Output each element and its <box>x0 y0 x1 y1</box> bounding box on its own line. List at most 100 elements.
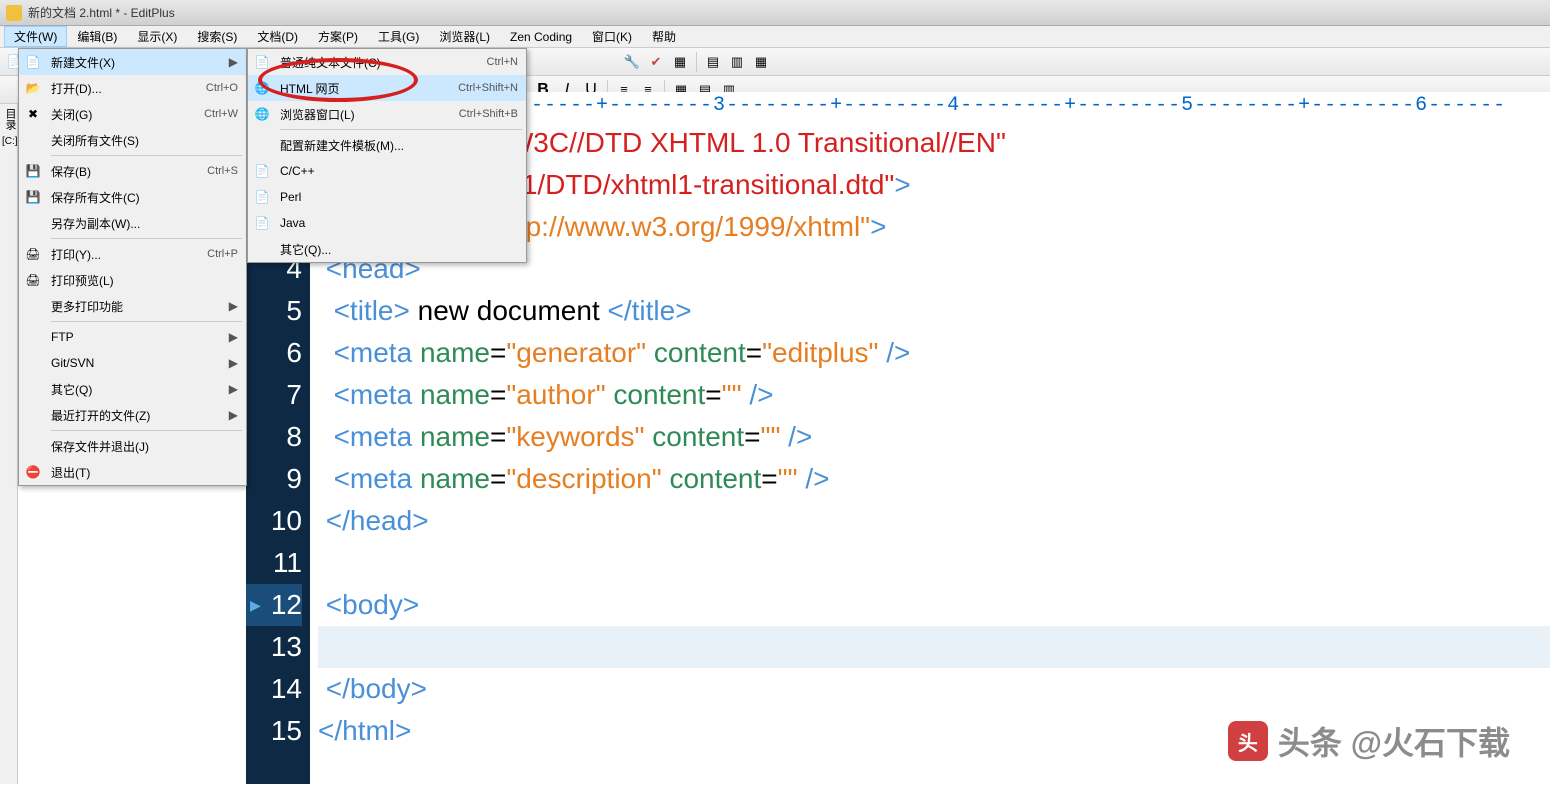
menu-item-label: 新建文件(X) <box>51 54 225 71</box>
submenu-arrow-icon: ▶ <box>229 299 238 313</box>
menu-item[interactable]: 📂打开(D)...Ctrl+O <box>19 75 246 101</box>
menu-item-icon <box>23 379 43 399</box>
menu-item-label: Java <box>280 216 518 230</box>
line-number: 7 <box>246 374 302 416</box>
menu-item[interactable]: 文件(W) <box>4 26 67 47</box>
menu-item[interactable]: 关闭所有文件(S) <box>19 127 246 153</box>
menu-separator <box>280 129 522 130</box>
menu-item[interactable]: 🌐HTML 网页Ctrl+Shift+N <box>248 75 526 101</box>
menu-item[interactable]: 最近打开的文件(Z) ▶ <box>19 402 246 428</box>
watermark: 头 头条 @火石下载 <box>1228 718 1510 764</box>
menu-item-icon: 🌐 <box>252 104 272 124</box>
menu-item[interactable]: 文档(D) <box>247 26 308 47</box>
code-line[interactable]: <title> new document </title> <box>318 290 1550 332</box>
menu-item-shortcut: Ctrl+O <box>206 82 238 94</box>
code-line[interactable] <box>318 626 1550 668</box>
menu-item-icon: 📄 <box>252 52 272 72</box>
menu-item-icon <box>23 327 43 347</box>
menu-item[interactable]: 保存文件并退出(J) <box>19 433 246 459</box>
menu-item-shortcut: Ctrl+N <box>487 56 518 68</box>
code-line[interactable]: <meta name="author" content="" /> <box>318 374 1550 416</box>
menu-item-label: 其它(Q)... <box>280 241 518 258</box>
line-number: 8 <box>246 416 302 458</box>
line-number: 13 <box>246 626 302 668</box>
line-number: 15 <box>246 710 302 752</box>
menu-separator <box>51 155 242 156</box>
menu-item[interactable]: 📄Java <box>248 210 526 236</box>
menu-item[interactable]: 💾保存(B)Ctrl+S <box>19 158 246 184</box>
line-number: 9 <box>246 458 302 500</box>
menu-item[interactable]: ✖关闭(G)Ctrl+W <box>19 101 246 127</box>
menu-item-icon: 📄 <box>252 187 272 207</box>
menu-item[interactable]: 📄普通纯文本文件(C)Ctrl+N <box>248 49 526 75</box>
menu-item-icon: ✖ <box>23 104 43 124</box>
layout-icon[interactable]: ▥ <box>726 51 748 73</box>
sidebar-directory[interactable]: 目录 <box>0 104 20 134</box>
line-number: 11 <box>246 542 302 584</box>
submenu-arrow-icon: ▶ <box>229 408 238 422</box>
menu-item-label: 最近打开的文件(Z) <box>51 407 225 424</box>
menu-item[interactable]: 更多打印功能 ▶ <box>19 293 246 319</box>
menu-item[interactable]: 💾保存所有文件(C) <box>19 184 246 210</box>
line-number: 5 <box>246 290 302 332</box>
menu-item[interactable]: 显示(X) <box>127 26 187 47</box>
menu-item[interactable]: 配置新建文件模板(M)... <box>248 132 526 158</box>
sidebar-drive[interactable]: [C:] <box>0 134 17 149</box>
menu-item[interactable]: 其它(Q)▶ <box>19 376 246 402</box>
check-icon[interactable]: ✔ <box>645 51 667 73</box>
menu-item-shortcut: Ctrl+Shift+N <box>458 82 518 94</box>
watermark-text: 头条 @火石下载 <box>1278 718 1510 764</box>
menu-item[interactable]: 另存为副本(W)... <box>19 210 246 236</box>
code-line[interactable]: <body> <box>318 584 1550 626</box>
menu-item[interactable]: 方案(P) <box>308 26 368 47</box>
menu-item[interactable]: 🖨打印(Y)...Ctrl+P <box>19 241 246 267</box>
menu-item[interactable]: Zen Coding <box>500 28 582 46</box>
submenu-arrow-icon: ▶ <box>229 55 238 69</box>
menu-item[interactable]: 帮助 <box>642 26 686 47</box>
menu-item[interactable]: 编辑(B) <box>67 26 127 47</box>
menu-item[interactable]: 🌐浏览器窗口(L)Ctrl+Shift+B <box>248 101 526 127</box>
menu-item-label: 保存所有文件(C) <box>51 189 238 206</box>
menu-item-label: 另存为副本(W)... <box>51 215 238 232</box>
window-title: 新的文档 2.html * - EditPlus <box>28 4 175 21</box>
menu-item[interactable]: 📄Perl <box>248 184 526 210</box>
menu-item-label: 浏览器窗口(L) <box>280 106 459 123</box>
layout-icon[interactable]: ▦ <box>750 51 772 73</box>
menu-item-icon: 💾 <box>23 161 43 181</box>
menu-item[interactable]: 工具(G) <box>368 26 429 47</box>
app-icon <box>6 5 22 21</box>
menu-item-label: 打开(D)... <box>51 80 206 97</box>
menu-separator <box>51 430 242 431</box>
menu-item[interactable]: 📄C/C++ <box>248 158 526 184</box>
menu-item-label: Git/SVN <box>51 356 225 370</box>
menu-item-label: C/C++ <box>280 164 518 178</box>
code-line[interactable]: <meta name="generator" content="editplus… <box>318 332 1550 374</box>
layout-icon[interactable]: ▤ <box>702 51 724 73</box>
menu-item[interactable]: 窗口(K) <box>582 26 642 47</box>
menu-item[interactable]: 浏览器(L) <box>429 26 500 47</box>
code-line[interactable]: <meta name="description" content="" /> <box>318 458 1550 500</box>
watermark-icon: 头 <box>1228 721 1268 761</box>
line-number: 6 <box>246 332 302 374</box>
menu-item[interactable]: ⛔退出(T) <box>19 459 246 485</box>
menu-item-label: 其它(Q) <box>51 381 225 398</box>
tool-icon[interactable]: 🔧 <box>621 51 643 73</box>
grid-icon[interactable]: ▦ <box>669 51 691 73</box>
line-number: 10 <box>246 500 302 542</box>
menu-item-label: 更多打印功能 <box>51 298 225 315</box>
code-line[interactable]: <meta name="keywords" content="" /> <box>318 416 1550 458</box>
code-line[interactable]: </head> <box>318 500 1550 542</box>
menu-item-icon: 📄 <box>23 52 43 72</box>
code-line[interactable] <box>318 542 1550 584</box>
menu-item-icon: 🖨 <box>23 244 43 264</box>
menu-item-label: 打印(Y)... <box>51 246 207 263</box>
menu-item[interactable]: 📄 新建文件(X) ▶ <box>19 49 246 75</box>
menu-item-icon <box>23 436 43 456</box>
code-line[interactable]: </body> <box>318 668 1550 710</box>
menu-item[interactable]: FTP▶ <box>19 324 246 350</box>
menu-item[interactable]: 🖨打印预览(L) <box>19 267 246 293</box>
menu-item[interactable]: 搜索(S) <box>187 26 247 47</box>
menu-item[interactable]: Git/SVN▶ <box>19 350 246 376</box>
menu-item[interactable]: 其它(Q)... <box>248 236 526 262</box>
menu-item-icon <box>252 239 272 259</box>
